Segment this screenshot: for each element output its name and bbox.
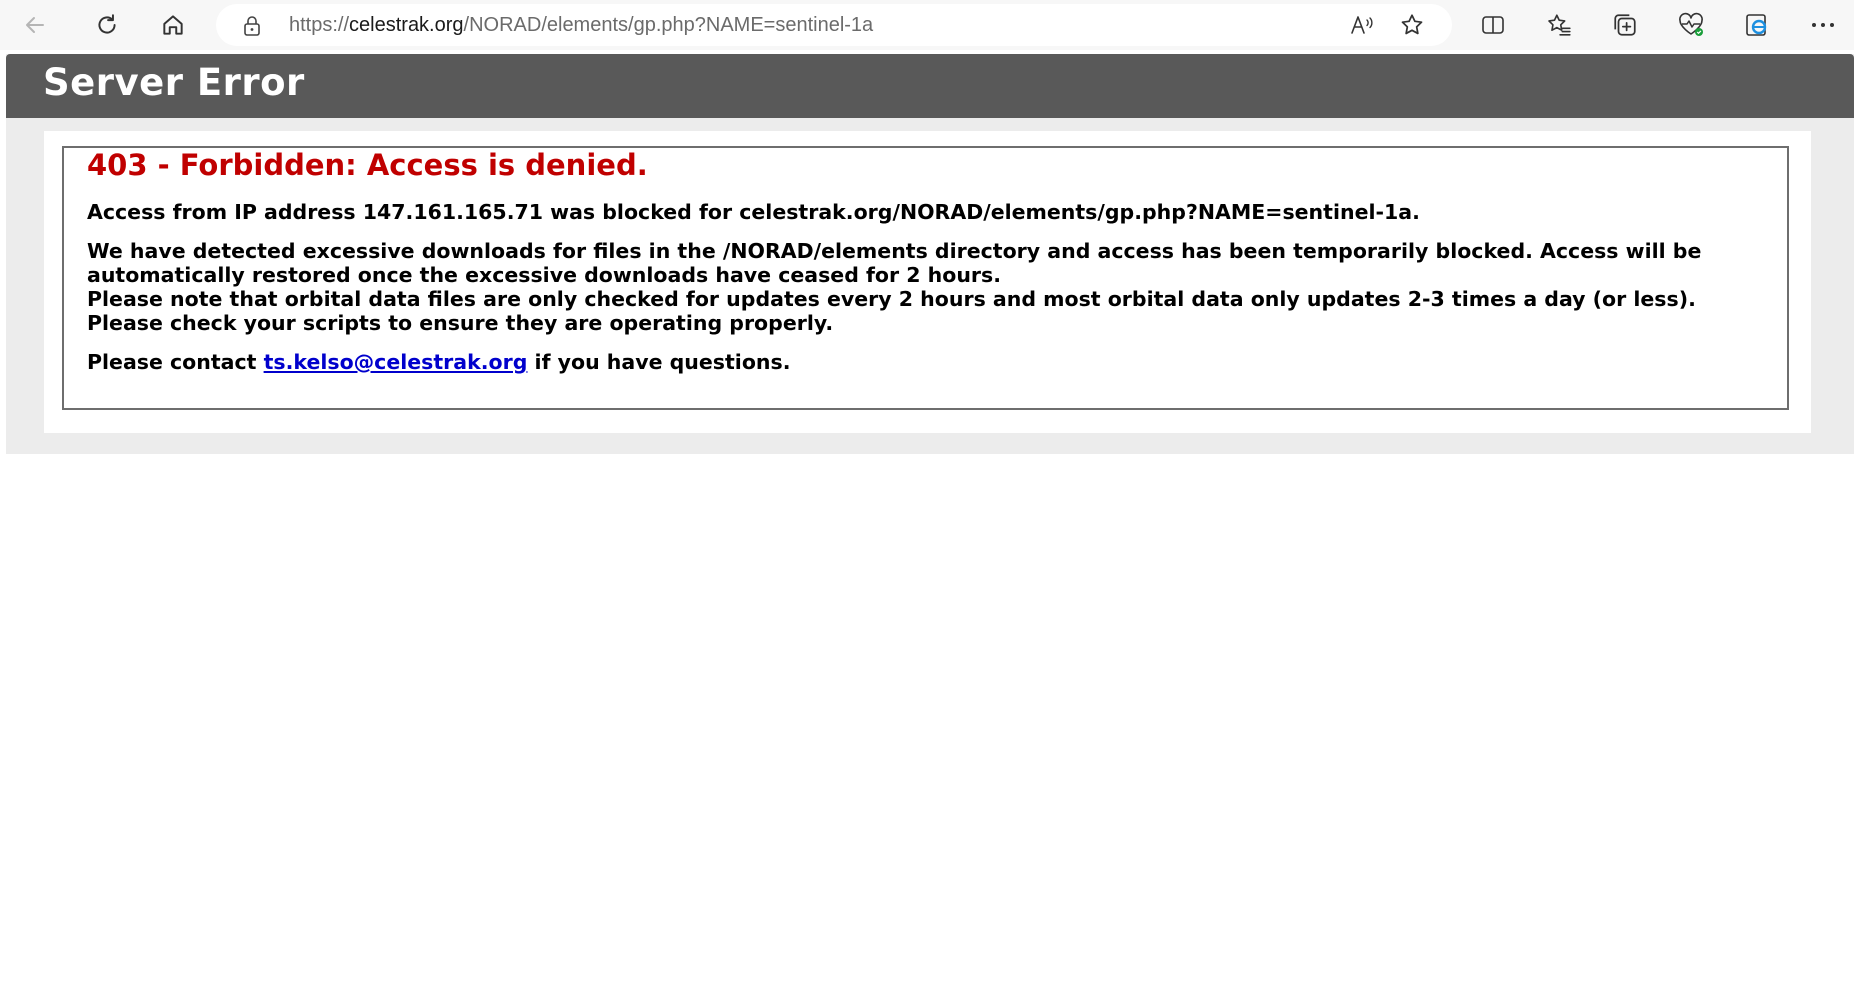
refresh-icon[interactable] [88,7,126,43]
page-body: Server Error 403 - Forbidden: Access is … [6,54,1854,454]
page-header: Server Error [6,54,1854,118]
ie-mode-icon[interactable] [1738,7,1776,43]
blocked-message: Access from IP address 147.161.165.71 wa… [87,200,1420,224]
browser-toolbar: https://celestrak.org/NORAD/elements/gp.… [0,0,1854,50]
lock-icon[interactable] [242,15,262,41]
contact-prefix: Please contact [87,350,264,374]
url-path: /NORAD/elements/gp.php?NAME=sentinel-1a [463,14,874,36]
star-icon[interactable] [1398,12,1426,38]
page-title: Server Error [43,61,305,104]
content-panel: 403 - Forbidden: Access is denied. Acces… [44,131,1811,433]
split-screen-icon[interactable] [1474,7,1512,43]
excessive-downloads-message: We have detected excessive downloads for… [87,239,1702,287]
update-note-message: Please note that orbital data files are … [87,287,1696,335]
contact-suffix: if you have questions. [527,350,791,374]
back-arrow-icon[interactable] [16,7,54,43]
error-title: 403 - Forbidden: Access is denied. [87,148,648,182]
read-aloud-icon[interactable] [1349,12,1377,38]
error-box: 403 - Forbidden: Access is denied. Acces… [62,146,1789,410]
home-icon[interactable] [154,7,192,43]
more-dots-icon[interactable] [1804,7,1842,43]
url-host: celestrak.org [349,14,464,36]
collections-icon[interactable] [1606,7,1644,43]
url-text[interactable]: https://celestrak.org/NORAD/elements/gp.… [289,14,873,37]
url-scheme: https:// [289,14,350,36]
contact-message: Please contact ts.kelso@celestrak.org if… [87,350,1777,374]
address-bar[interactable]: https://celestrak.org/NORAD/elements/gp.… [216,4,1452,46]
contact-email-link[interactable]: ts.kelso@celestrak.org [264,350,528,374]
heart-pulse-icon[interactable] [1672,7,1710,43]
favorites-list-icon[interactable] [1540,7,1578,43]
